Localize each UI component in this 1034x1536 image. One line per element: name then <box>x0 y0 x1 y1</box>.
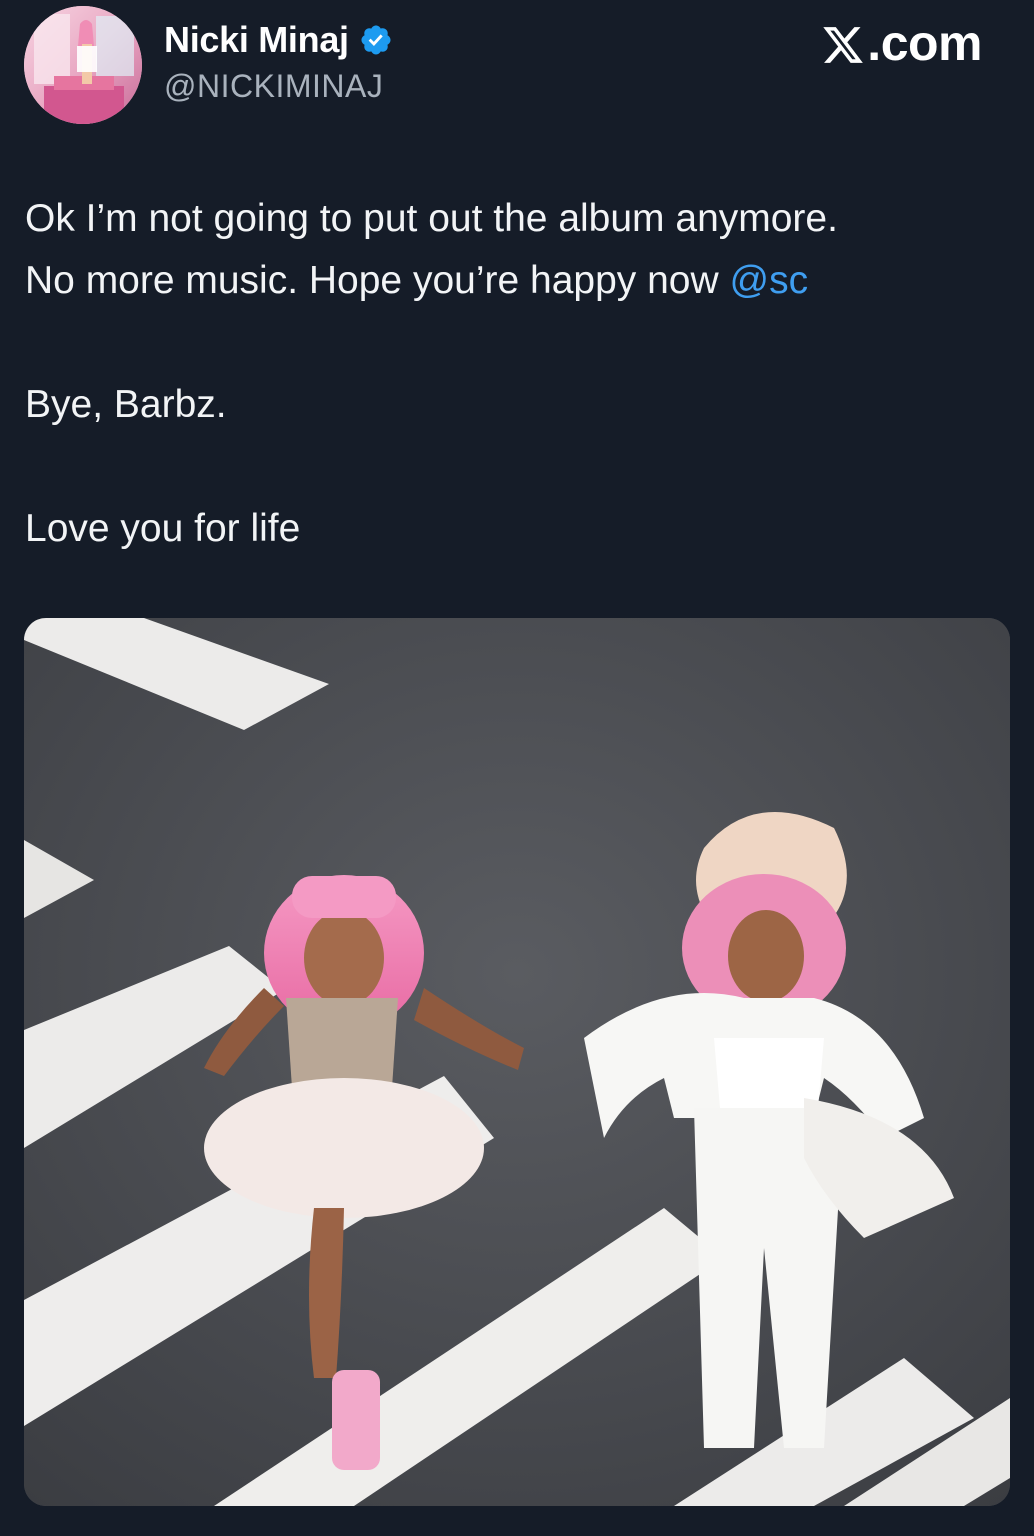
verified-badge-icon <box>361 25 391 55</box>
photo-crosswalk-two-women <box>24 618 1010 1506</box>
author-name-row: Nicki Minaj <box>164 18 393 62</box>
tweet-body: Ok I’m not going to put out the album an… <box>25 188 1010 560</box>
tweet-header: Nicki Minaj @NICKIMINAJ . com <box>0 0 1034 140</box>
tweet-line: Love you for life <box>25 507 301 550</box>
profile-avatar[interactable] <box>24 6 142 124</box>
tweet-media-photo[interactable] <box>24 618 1010 1506</box>
tweet-line: No more music. Hope you’re happy now @sc <box>25 250 1010 312</box>
author-handle[interactable]: @NICKIMINAJ <box>164 68 383 105</box>
tweet-line: Bye, Barbz. <box>25 383 227 426</box>
tweet-line-text: No more music. Hope you’re happy now <box>25 259 730 302</box>
x-logo-icon <box>823 27 864 63</box>
brand-logo: . com <box>821 14 983 72</box>
author-display-name[interactable]: Nicki Minaj <box>164 19 349 61</box>
mention-link[interactable]: @sc <box>730 259 809 302</box>
brand-label: com <box>880 15 983 71</box>
tweet-line: Ok I’m not going to put out the album an… <box>25 197 838 240</box>
